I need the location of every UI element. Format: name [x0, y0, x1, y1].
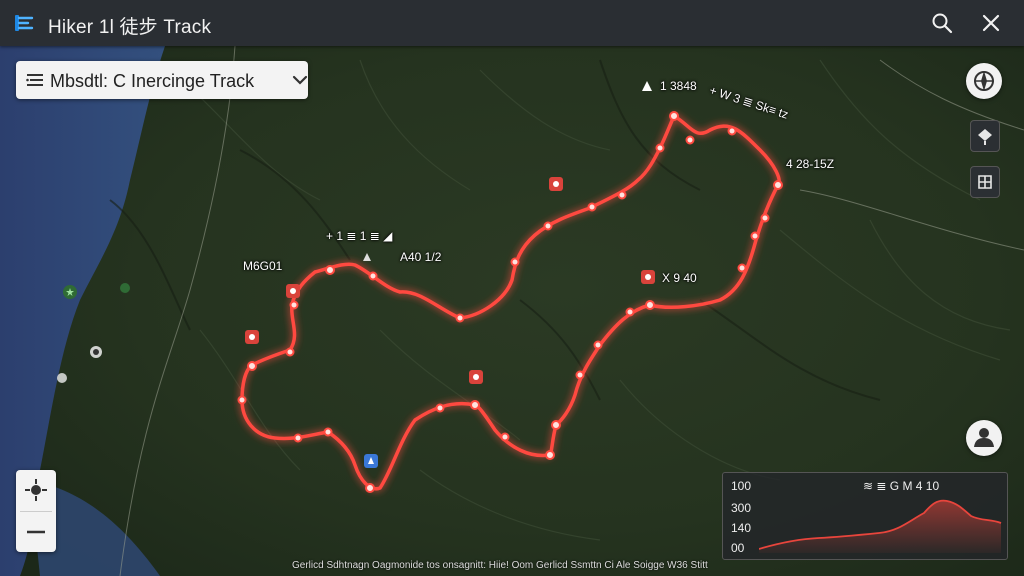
waypoint-label: M6G01 [243, 259, 283, 273]
track-point[interactable] [237, 395, 247, 405]
track-point[interactable] [645, 300, 655, 310]
waypoint-marker[interactable] [641, 270, 655, 284]
track-point[interactable] [289, 300, 299, 310]
elevation-chart [759, 499, 1002, 553]
map-type-icon [978, 175, 992, 189]
track-point[interactable] [247, 361, 257, 371]
profile-button[interactable] [966, 420, 1002, 456]
waypoint-label: X 9 40 [662, 271, 697, 285]
track-point[interactable] [293, 433, 303, 443]
waypoint-marker[interactable] [245, 330, 259, 344]
chevron-down-icon [292, 75, 308, 85]
map-attribution: Gerlicd Sdhtnagn Oagmonide tos onsagnitt… [292, 560, 708, 571]
track-logo-icon [15, 15, 34, 31]
track-point[interactable] [669, 111, 679, 121]
poi-icon [63, 285, 77, 299]
track-point[interactable] [737, 263, 747, 273]
waypoint-label: A40 1/2 [400, 250, 442, 264]
poi-icon [57, 373, 67, 383]
track-point[interactable] [470, 400, 480, 410]
elevation-profile-panel[interactable]: ≋ ≣ G M 4 10 100 300 140 00 [722, 472, 1008, 560]
track-point[interactable] [365, 483, 375, 493]
track-point[interactable] [368, 271, 378, 281]
zoom-control [16, 470, 56, 552]
layers-icon [978, 129, 992, 145]
compass-button[interactable] [966, 63, 1002, 99]
track-point[interactable] [575, 370, 585, 380]
track-point[interactable] [435, 403, 445, 413]
track-point[interactable] [325, 265, 335, 275]
track-point[interactable] [323, 427, 333, 437]
app-header: Hiker 1l 徒步 Track [0, 0, 1024, 46]
track-point[interactable] [545, 450, 555, 460]
elevation-y-tick: 300 [731, 501, 752, 515]
elevation-y-tick: 140 [731, 521, 752, 535]
user-icon [974, 428, 994, 447]
zoom-out-button[interactable] [16, 512, 56, 552]
waypoint-label: + 1 ≣ 1 ≣ ◢ [326, 229, 393, 243]
minus-icon [27, 530, 45, 534]
app-title: Hiker 1l 徒步 Track [48, 17, 212, 38]
track-point[interactable] [551, 420, 561, 430]
list-icon [26, 74, 43, 86]
elevation-area [759, 500, 1001, 553]
track-point[interactable] [750, 231, 760, 241]
track-point[interactable] [625, 307, 635, 317]
track-point[interactable] [655, 143, 665, 153]
poi-icon [120, 283, 130, 293]
layers-button[interactable] [970, 120, 1000, 152]
poi-icon [90, 346, 102, 358]
track-point[interactable] [617, 190, 627, 200]
close-icon[interactable] [979, 11, 1003, 35]
track-point[interactable] [510, 257, 520, 267]
search-icon[interactable] [930, 11, 954, 35]
waypoint-marker[interactable] [469, 370, 483, 384]
track-point[interactable] [285, 347, 295, 357]
track-selector-dropdown[interactable]: Mbsdtl: C Inercinge Track [16, 61, 308, 99]
locate-icon [25, 479, 47, 501]
track-point[interactable] [455, 313, 465, 323]
track-point[interactable] [587, 202, 597, 212]
track-point[interactable] [593, 340, 603, 350]
compass-icon [974, 71, 994, 91]
peak-label: 1 3848 [660, 79, 697, 93]
track-point[interactable] [543, 221, 553, 231]
waypoint-marker[interactable] [286, 284, 300, 298]
track-point[interactable] [727, 126, 737, 136]
start-marker[interactable] [364, 454, 378, 468]
zoom-in-button[interactable] [16, 470, 56, 510]
track-selector-label: Mbsdtl: C Inercinge Track [50, 71, 255, 91]
track-point[interactable] [500, 432, 510, 442]
peak-label: 4 28-15Z [786, 157, 835, 171]
track-point[interactable] [685, 135, 695, 145]
map-type-button[interactable] [970, 166, 1000, 198]
elevation-y-tick: 00 [731, 541, 745, 555]
track-point[interactable] [773, 180, 783, 190]
track-point[interactable] [760, 213, 770, 223]
elevation-y-tick: 100 [731, 479, 752, 493]
waypoint-marker[interactable] [549, 177, 563, 191]
